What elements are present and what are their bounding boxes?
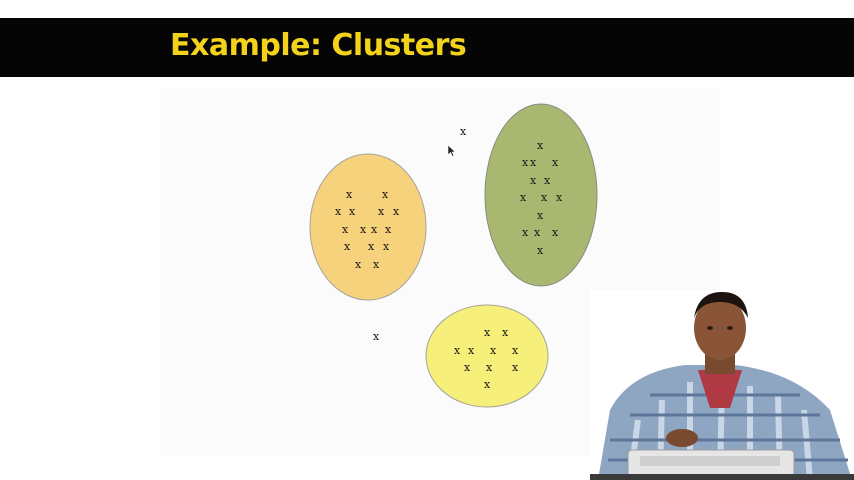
data-point: x xyxy=(537,139,544,152)
outlier-point: x xyxy=(373,330,380,343)
data-point: x xyxy=(544,174,551,187)
data-point: x xyxy=(385,223,392,236)
data-point: x xyxy=(530,156,537,169)
slide-title: Example: Clusters xyxy=(170,28,467,63)
data-point: x xyxy=(382,188,389,201)
data-point: x xyxy=(537,209,544,222)
data-point: x xyxy=(486,361,493,374)
data-point: x xyxy=(537,244,544,257)
title-bar: Example: Clusters xyxy=(0,18,854,77)
data-point: x xyxy=(502,326,509,339)
data-point: x xyxy=(346,188,353,201)
data-point: x xyxy=(512,361,519,374)
data-point: x xyxy=(373,258,380,271)
mouse-cursor-icon xyxy=(447,144,456,157)
data-point: x xyxy=(335,205,342,218)
data-point: x xyxy=(368,240,375,253)
orange-cluster-ellipse xyxy=(309,153,427,301)
data-point: x xyxy=(522,226,529,239)
yellow-cluster-ellipse xyxy=(425,304,549,408)
data-point: x xyxy=(520,191,527,204)
data-point: x xyxy=(484,326,491,339)
data-point: x xyxy=(490,344,497,357)
data-point: x xyxy=(355,258,362,271)
data-point: x xyxy=(464,361,471,374)
presenter-video xyxy=(590,290,854,480)
data-point: x xyxy=(556,191,563,204)
data-point: x xyxy=(468,344,475,357)
data-point: x xyxy=(378,205,385,218)
data-point: x xyxy=(552,226,559,239)
data-point: x xyxy=(512,344,519,357)
top-strip xyxy=(0,0,854,18)
outlier-point: x xyxy=(460,125,467,138)
data-point: x xyxy=(534,226,541,239)
data-point: x xyxy=(383,240,390,253)
data-point: x xyxy=(541,191,548,204)
data-point: x xyxy=(342,223,349,236)
data-point: x xyxy=(454,344,461,357)
data-point: x xyxy=(360,223,367,236)
data-point: x xyxy=(522,156,529,169)
data-point: x xyxy=(393,205,400,218)
data-point: x xyxy=(371,223,378,236)
data-point: x xyxy=(530,174,537,187)
data-point: x xyxy=(552,156,559,169)
data-point: x xyxy=(484,378,491,391)
data-point: x xyxy=(344,240,351,253)
data-point: x xyxy=(349,205,356,218)
